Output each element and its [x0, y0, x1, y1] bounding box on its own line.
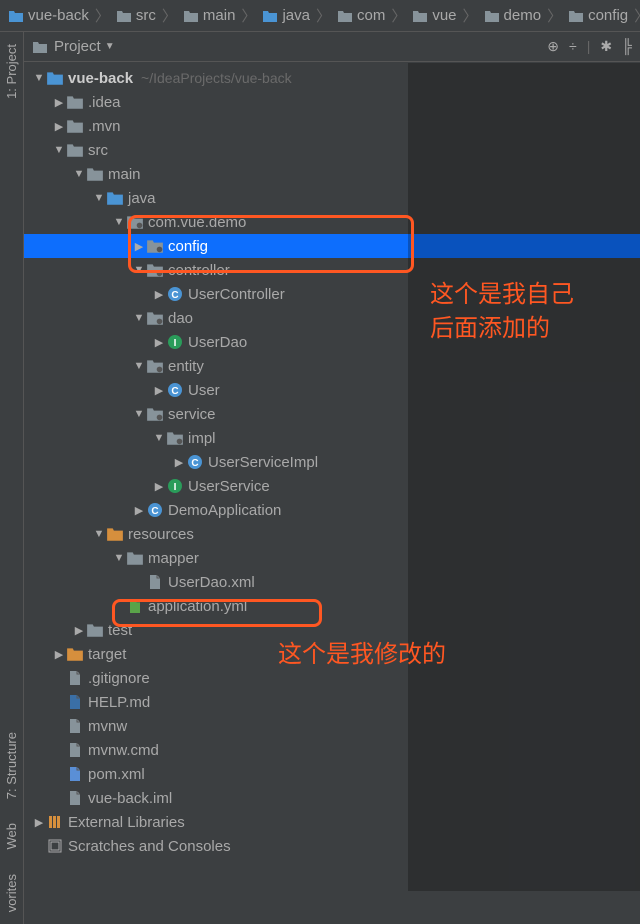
- tree-external-libraries[interactable]: ▶External Libraries: [24, 810, 640, 834]
- breadcrumb-item[interactable]: java: [258, 7, 314, 24]
- breadcrumb-item[interactable]: config: [564, 7, 632, 24]
- tree-file[interactable]: pom.xml: [24, 762, 640, 786]
- tree-file[interactable]: .gitignore: [24, 666, 640, 690]
- tree-file[interactable]: UserDao.xml: [24, 570, 640, 594]
- sidebar-tabs: 1: Project 7: Structure Web vorites: [0, 32, 24, 924]
- tree-folder[interactable]: ▼mapper: [24, 546, 640, 570]
- tree-interface[interactable]: ▶UserDao: [24, 330, 640, 354]
- sidebar-tab-web[interactable]: Web: [0, 811, 23, 862]
- breadcrumb-item[interactable]: src: [112, 7, 160, 24]
- tree-folder[interactable]: ▶test: [24, 618, 640, 642]
- sidebar-tab-structure[interactable]: 7: Structure: [0, 720, 23, 811]
- tree-package-config[interactable]: ▶config: [24, 234, 640, 258]
- chevron-down-icon[interactable]: ▼: [105, 41, 115, 52]
- panel-title[interactable]: Project: [54, 38, 101, 55]
- breadcrumb-item[interactable]: vue-back: [4, 7, 93, 24]
- tree-folder[interactable]: ▼java: [24, 186, 640, 210]
- tree-folder[interactable]: ▼resources: [24, 522, 640, 546]
- target-icon[interactable]: ⊕: [547, 38, 559, 55]
- breadcrumb: vue-back〉 src〉 main〉 java〉 com〉 vue〉 dem…: [0, 0, 640, 32]
- tree-package[interactable]: ▼entity: [24, 354, 640, 378]
- tree-class[interactable]: ▶DemoApplication: [24, 498, 640, 522]
- project-tree: ▼vue-back~/IdeaProjects/vue-back ▶.idea …: [24, 62, 640, 924]
- breadcrumb-item[interactable]: vue: [408, 7, 460, 24]
- tree-package[interactable]: ▼service: [24, 402, 640, 426]
- tree-file-yml[interactable]: application.yml: [24, 594, 640, 618]
- tree-package[interactable]: ▼impl: [24, 426, 640, 450]
- hide-icon[interactable]: ╠: [622, 38, 632, 55]
- tree-package[interactable]: ▼controller: [24, 258, 640, 282]
- tree-file[interactable]: mvnw: [24, 714, 640, 738]
- tree-file[interactable]: vue-back.iml: [24, 786, 640, 810]
- tree-folder[interactable]: ▶target: [24, 642, 640, 666]
- tree-scratches[interactable]: Scratches and Consoles: [24, 834, 640, 858]
- tree-class[interactable]: ▶UserServiceImpl: [24, 450, 640, 474]
- project-panel-header: Project ▼ ⊕ ÷ | ✱ ╠: [24, 32, 640, 62]
- project-icon: [32, 39, 48, 55]
- tree-folder[interactable]: ▼src: [24, 138, 640, 162]
- tree-class[interactable]: ▶UserController: [24, 282, 640, 306]
- tree-package[interactable]: ▼dao: [24, 306, 640, 330]
- tree-interface[interactable]: ▶UserService: [24, 474, 640, 498]
- breadcrumb-item[interactable]: demo: [480, 7, 546, 24]
- sidebar-tab-project[interactable]: 1: Project: [0, 32, 23, 111]
- collapse-icon[interactable]: ÷: [569, 38, 577, 55]
- gear-icon[interactable]: ✱: [600, 38, 612, 55]
- breadcrumb-item[interactable]: com: [333, 7, 389, 24]
- tree-file[interactable]: mvnw.cmd: [24, 738, 640, 762]
- sidebar-tab-favorites[interactable]: vorites: [0, 862, 23, 924]
- tree-folder[interactable]: ▼main: [24, 162, 640, 186]
- tree-folder[interactable]: ▶.mvn: [24, 114, 640, 138]
- tree-file[interactable]: HELP.md: [24, 690, 640, 714]
- tree-folder[interactable]: ▶.idea: [24, 90, 640, 114]
- tree-package[interactable]: ▼com.vue.demo: [24, 210, 640, 234]
- tree-class[interactable]: ▶User: [24, 378, 640, 402]
- tree-root[interactable]: ▼vue-back~/IdeaProjects/vue-back: [24, 66, 640, 90]
- breadcrumb-item[interactable]: main: [179, 7, 240, 24]
